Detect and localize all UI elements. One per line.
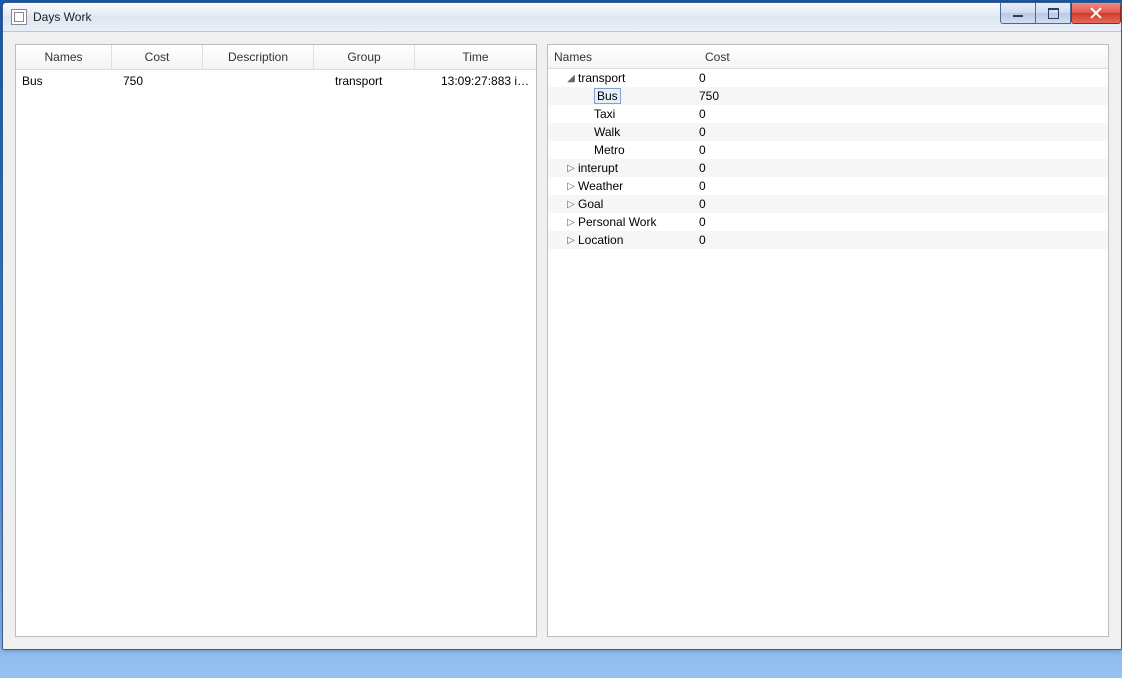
- cell-names: Bus: [16, 74, 117, 88]
- col-header-group[interactable]: Group: [314, 45, 415, 69]
- tree-group-row[interactable]: ▷Weather0: [548, 177, 1108, 195]
- tree-name-cell: ▷Walk: [548, 125, 693, 139]
- app-window: Days Work Names Cost Description Group T…: [2, 2, 1122, 650]
- chevron-right-icon[interactable]: ▷: [566, 199, 576, 210]
- window-title: Days Work: [33, 10, 91, 24]
- tree-name-cell: ▷Goal: [548, 197, 693, 211]
- tree-name-cell: ▷Metro: [548, 143, 693, 157]
- tree-cost-cell: 0: [693, 107, 1108, 121]
- tree-name-cell: ▷Personal Work: [548, 215, 693, 229]
- tree-group-row[interactable]: ▷interupt0: [548, 159, 1108, 177]
- tree-name-cell: ◢transport: [548, 71, 693, 85]
- records-table[interactable]: Names Cost Description Group Time Bus 75…: [15, 44, 537, 637]
- tree-leaf-row[interactable]: ▷Taxi0: [548, 105, 1108, 123]
- category-tree[interactable]: Names Cost ◢transport0▷Bus750▷Taxi0▷Walk…: [547, 44, 1109, 637]
- tree-leaf-row[interactable]: ▷Metro0: [548, 141, 1108, 159]
- tree-cost-cell: 0: [693, 71, 1108, 85]
- chevron-right-icon[interactable]: ▷: [566, 235, 576, 246]
- chevron-right-icon[interactable]: ▷: [566, 181, 576, 192]
- minimize-icon: [1013, 15, 1023, 17]
- chevron-right-icon[interactable]: ▷: [566, 217, 576, 228]
- minimize-button[interactable]: [1000, 3, 1035, 24]
- tree-item-label: interupt: [578, 161, 618, 175]
- tree-cost-cell: 0: [693, 161, 1108, 175]
- table-row[interactable]: Bus 750 transport 13:09:27:883 in 20…: [16, 70, 536, 92]
- tree-item-label: transport: [578, 71, 625, 85]
- tree-leaf-row[interactable]: ▷Bus750: [548, 87, 1108, 105]
- tree-cost-cell: 0: [693, 125, 1108, 139]
- tree-item-label: Location: [578, 233, 623, 247]
- tree-header: Names Cost: [548, 45, 1108, 69]
- tree-item-label: Taxi: [594, 107, 615, 121]
- cell-group: transport: [329, 74, 435, 88]
- chevron-down-icon[interactable]: ◢: [566, 73, 576, 84]
- tree-item-label: Bus: [594, 88, 621, 104]
- close-icon: [1090, 7, 1102, 19]
- tree-leaf-row[interactable]: ▷Walk0: [548, 123, 1108, 141]
- tree-cost-cell: 0: [693, 179, 1108, 193]
- records-table-header: Names Cost Description Group Time: [16, 45, 536, 70]
- cell-time: 13:09:27:883 in 20…: [435, 74, 536, 88]
- tree-group-row[interactable]: ▷Personal Work0: [548, 213, 1108, 231]
- client-area: Names Cost Description Group Time Bus 75…: [3, 32, 1121, 649]
- col-header-cost[interactable]: Cost: [112, 45, 203, 69]
- tree-name-cell: ▷Weather: [548, 179, 693, 193]
- tree-cost-cell: 0: [693, 233, 1108, 247]
- maximize-button[interactable]: [1035, 3, 1071, 24]
- tree-cost-cell: 750: [693, 89, 1108, 103]
- tree-item-label: Personal Work: [578, 215, 656, 229]
- tree-name-cell: ▷Bus: [548, 88, 693, 104]
- window-buttons: [1000, 3, 1121, 23]
- close-button[interactable]: [1071, 3, 1121, 24]
- maximize-icon: [1048, 8, 1059, 19]
- cell-cost: 750: [117, 74, 213, 88]
- tree-group-row[interactable]: ▷Goal0: [548, 195, 1108, 213]
- tree-item-label: Weather: [578, 179, 623, 193]
- col-header-description[interactable]: Description: [203, 45, 314, 69]
- tree-group-row[interactable]: ◢transport0: [548, 69, 1108, 87]
- tree-cost-cell: 0: [693, 197, 1108, 211]
- col-header-names[interactable]: Names: [16, 45, 112, 69]
- app-icon: [11, 9, 27, 25]
- tree-item-label: Walk: [594, 125, 620, 139]
- tree-name-cell: ▷Taxi: [548, 107, 693, 121]
- titlebar[interactable]: Days Work: [3, 3, 1121, 32]
- tree-name-cell: ▷interupt: [548, 161, 693, 175]
- col-header-time[interactable]: Time: [415, 45, 536, 69]
- tree-name-cell: ▷Location: [548, 233, 693, 247]
- tree-cost-cell: 0: [693, 143, 1108, 157]
- tree-col-names[interactable]: Names: [548, 45, 699, 69]
- chevron-right-icon[interactable]: ▷: [566, 163, 576, 174]
- tree-item-label: Goal: [578, 197, 603, 211]
- tree-cost-cell: 0: [693, 215, 1108, 229]
- tree-body: ◢transport0▷Bus750▷Taxi0▷Walk0▷Metro0▷in…: [548, 69, 1108, 249]
- tree-group-row[interactable]: ▷Location0: [548, 231, 1108, 249]
- tree-item-label: Metro: [594, 143, 625, 157]
- tree-col-cost[interactable]: Cost: [699, 45, 1108, 69]
